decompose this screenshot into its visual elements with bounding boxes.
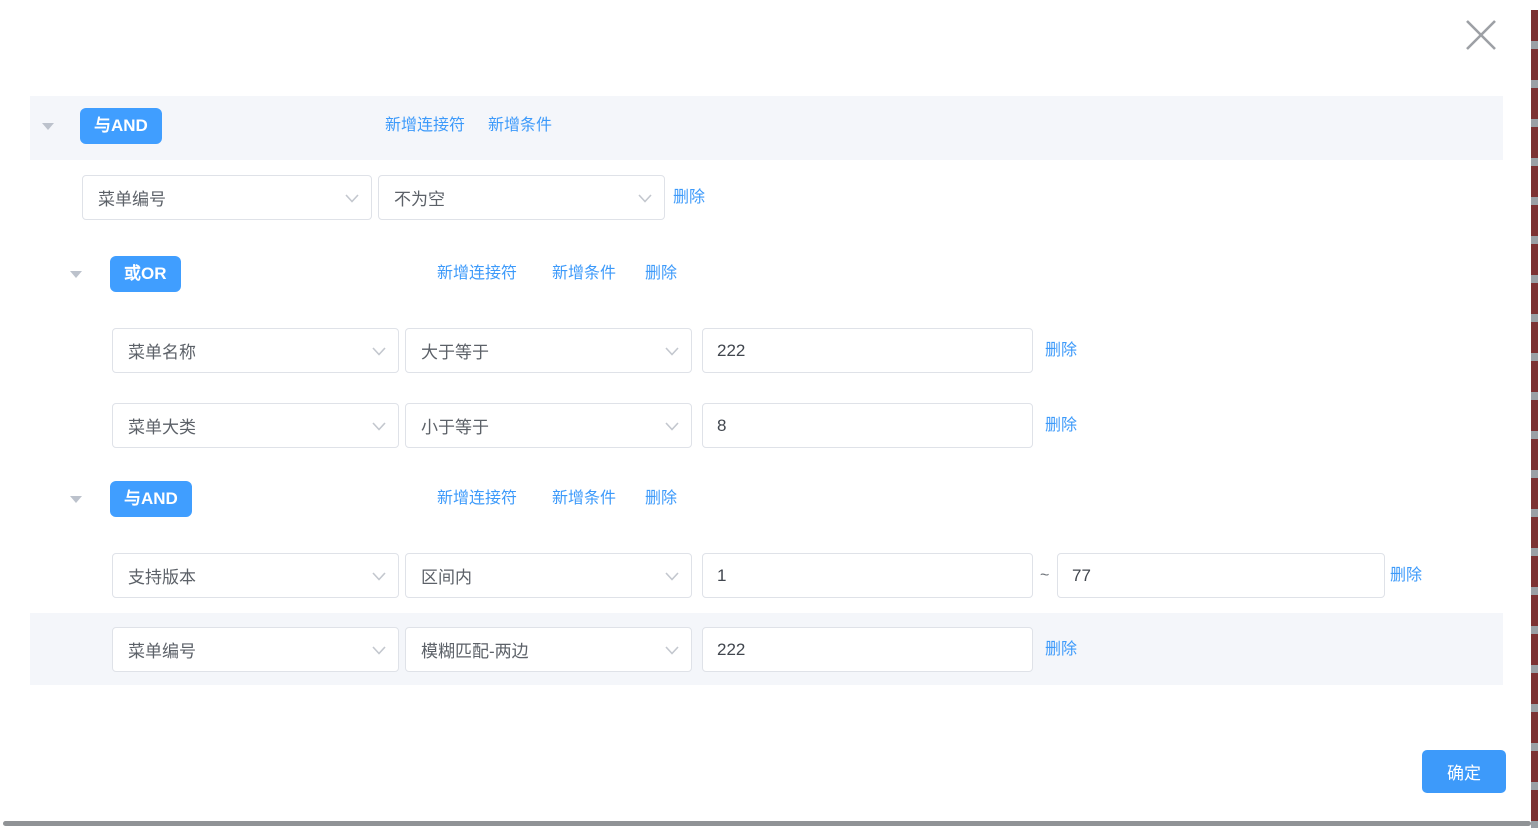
field-select[interactable]: 菜单名称 <box>112 328 399 373</box>
delete-group-link[interactable]: 删除 <box>645 481 677 517</box>
delete-condition-link[interactable]: 删除 <box>1045 403 1077 448</box>
connector-tag-or[interactable]: 或OR <box>110 256 181 292</box>
value-input[interactable] <box>702 328 1033 373</box>
field-select-value: 菜单编号 <box>98 185 166 210</box>
range-max-input[interactable] <box>1057 553 1385 598</box>
value-input[interactable] <box>702 627 1033 672</box>
chevron-down-icon <box>665 646 679 655</box>
chevron-down-icon <box>665 347 679 356</box>
operator-select[interactable]: 模糊匹配-两边 <box>405 627 692 672</box>
range-min-input[interactable] <box>702 553 1033 598</box>
chevron-down-icon <box>665 572 679 581</box>
operator-select-value: 模糊匹配-两边 <box>421 637 529 662</box>
delete-condition-link[interactable]: 删除 <box>673 175 705 220</box>
operator-select-value: 小于等于 <box>421 413 489 438</box>
chevron-down-icon <box>638 194 652 203</box>
add-connector-link[interactable]: 新增连接符 <box>385 108 465 144</box>
add-condition-link[interactable]: 新增条件 <box>552 256 616 292</box>
close-button[interactable] <box>1463 17 1499 53</box>
confirm-button[interactable]: 确定 <box>1422 750 1506 793</box>
operator-select[interactable]: 大于等于 <box>405 328 692 373</box>
field-select[interactable]: 菜单编号 <box>82 175 372 220</box>
delete-condition-link[interactable]: 删除 <box>1045 328 1077 373</box>
chevron-down-icon <box>345 194 359 203</box>
field-select-value: 菜单编号 <box>128 637 196 662</box>
field-select[interactable]: 菜单编号 <box>112 627 399 672</box>
group-header-band <box>30 96 1503 160</box>
field-select-value: 菜单大类 <box>128 413 196 438</box>
close-icon <box>1463 17 1499 53</box>
chevron-down-icon <box>372 347 386 356</box>
field-select-value: 菜单名称 <box>128 338 196 363</box>
connector-tag-and[interactable]: 与AND <box>110 481 192 517</box>
add-condition-link[interactable]: 新增条件 <box>488 108 552 144</box>
field-select[interactable]: 支持版本 <box>112 553 399 598</box>
operator-select-value: 大于等于 <box>421 338 489 363</box>
operator-select[interactable]: 不为空 <box>378 175 665 220</box>
operator-select[interactable]: 小于等于 <box>405 403 692 448</box>
operator-select-value: 区间内 <box>421 563 472 588</box>
delete-condition-link[interactable]: 删除 <box>1045 627 1077 672</box>
operator-select[interactable]: 区间内 <box>405 553 692 598</box>
right-edge-backdrop <box>1531 10 1538 828</box>
chevron-down-icon <box>372 646 386 655</box>
value-input[interactable] <box>702 403 1033 448</box>
add-connector-link[interactable]: 新增连接符 <box>437 481 517 517</box>
add-condition-link[interactable]: 新增条件 <box>552 481 616 517</box>
collapse-caret-icon[interactable] <box>42 123 54 130</box>
chevron-down-icon <box>372 572 386 581</box>
delete-condition-link[interactable]: 删除 <box>1390 553 1422 598</box>
field-select[interactable]: 菜单大类 <box>112 403 399 448</box>
delete-group-link[interactable]: 删除 <box>645 256 677 292</box>
horizontal-scrollbar[interactable] <box>3 821 1531 826</box>
chevron-down-icon <box>665 422 679 431</box>
operator-select-value: 不为空 <box>394 185 445 210</box>
collapse-caret-icon[interactable] <box>70 496 82 503</box>
field-select-value: 支持版本 <box>128 563 196 588</box>
collapse-caret-icon[interactable] <box>70 271 82 278</box>
add-connector-link[interactable]: 新增连接符 <box>437 256 517 292</box>
connector-tag-and[interactable]: 与AND <box>80 108 162 144</box>
chevron-down-icon <box>372 422 386 431</box>
range-separator: ~ <box>1040 553 1049 598</box>
